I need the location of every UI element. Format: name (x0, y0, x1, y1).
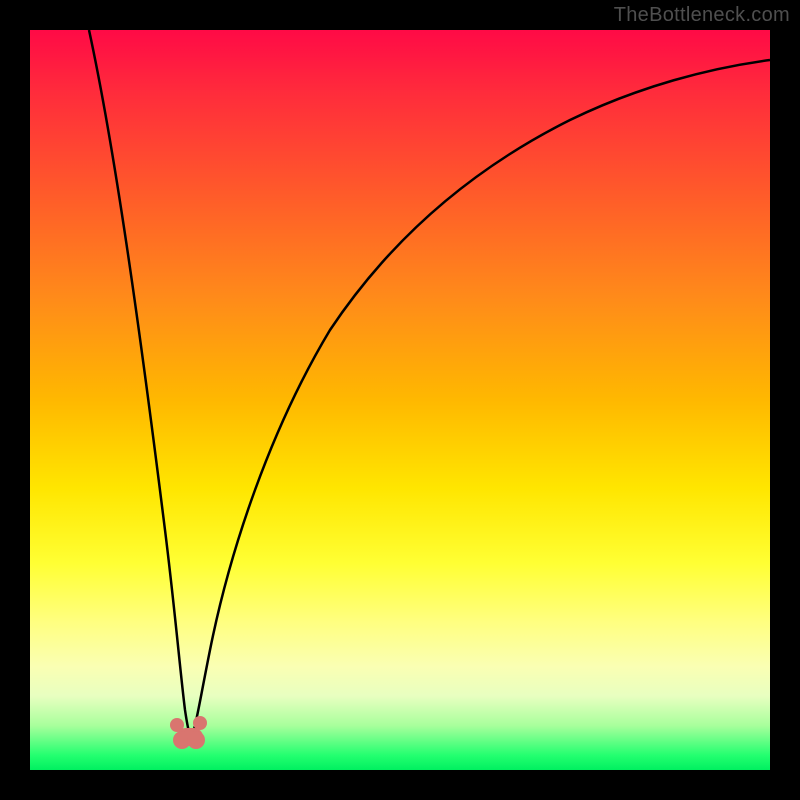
minimum-marker (170, 716, 207, 749)
plot-area (30, 30, 770, 770)
bottleneck-curve (30, 30, 770, 770)
watermark-text: TheBottleneck.com (614, 4, 790, 27)
chart-frame: TheBottleneck.com (0, 0, 800, 800)
curve-path (89, 30, 770, 735)
